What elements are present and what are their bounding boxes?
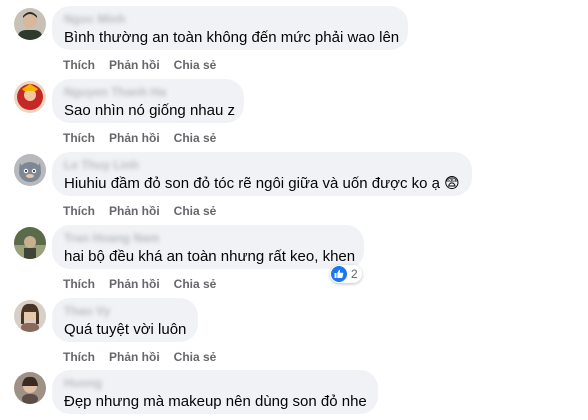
comment-author[interactable]: Le Thuy Linh (64, 158, 460, 172)
avatar[interactable] (14, 300, 46, 332)
comment-text: hai bộ đều khá an toàn nhưng rất keo, kh… (64, 248, 356, 265)
like-button[interactable]: Thích (63, 58, 95, 72)
comment-bubble: Huong Đẹp nhưng mà makeup nên dùng son đ… (52, 370, 378, 414)
share-button[interactable]: Chia sẻ (174, 204, 217, 218)
comment-bubble: Le Thuy Linh Hiuhiu đầm đỏ son đỏ tóc rẽ… (52, 152, 472, 196)
reaction-count: 2 (351, 267, 358, 281)
comment-text: Bình thường an toàn không đến mức phải w… (64, 29, 400, 46)
comment-text: Sao nhìn nó giống nhau z (64, 102, 235, 119)
avatar[interactable] (14, 154, 46, 186)
avatar[interactable] (14, 372, 46, 404)
comment-author[interactable]: Tran Hoang Nam (64, 231, 352, 245)
reply-button[interactable]: Phản hồi (109, 350, 160, 364)
reaction-summary[interactable]: 2 (330, 265, 362, 283)
reply-button[interactable]: Phản hồi (109, 131, 160, 145)
comment-bubble: Nguyen Thanh Ha Sao nhìn nó giống nhau z (52, 79, 244, 123)
comment-text: Đẹp nhưng mà makeup nên dùng son đỏ nhe (64, 393, 367, 410)
comment-author[interactable]: Ngoc Minh (64, 12, 396, 26)
reply-button[interactable]: Phản hồi (109, 204, 160, 218)
like-button[interactable]: Thích (63, 204, 95, 218)
comment-actions: Thích Phản hồi Chia sẻ (63, 58, 230, 72)
comment-actions: Thích Phản hồi Chia sẻ (63, 204, 230, 218)
comment-actions: Thích Phản hồi Chia sẻ (63, 277, 230, 291)
like-button[interactable]: Thích (63, 131, 95, 145)
comment-text: Hiuhiu đầm đỏ son đỏ tóc rẽ ngôi giữa và… (64, 175, 460, 192)
share-button[interactable]: Chia sẻ (174, 58, 217, 72)
comment-author[interactable]: Thao Vy (64, 304, 186, 318)
like-button[interactable]: Thích (63, 350, 95, 364)
avatar[interactable] (14, 81, 46, 113)
comment-text: Quá tuyệt vời luôn (64, 321, 187, 338)
reply-button[interactable]: Phản hồi (109, 277, 160, 291)
comment-actions: Thích Phản hồi Chia sẻ (63, 131, 230, 145)
like-reaction-icon (331, 266, 347, 282)
reply-button[interactable]: Phản hồi (109, 58, 160, 72)
comment-bubble: Ngoc Minh Bình thường an toàn không đến … (52, 6, 408, 50)
comment-actions: Thích Phản hồi Chia sẻ (63, 350, 230, 364)
comment-bubble: Tran Hoang Nam hai bộ đều khá an toàn nh… (52, 225, 364, 269)
share-button[interactable]: Chia sẻ (174, 131, 217, 145)
comment-author[interactable]: Nguyen Thanh Ha (64, 85, 232, 99)
comment-bubble: Thao Vy Quá tuyệt vời luôn (52, 298, 198, 342)
share-button[interactable]: Chia sẻ (174, 350, 217, 364)
like-button[interactable]: Thích (63, 277, 95, 291)
avatar[interactable] (14, 227, 46, 259)
avatar[interactable] (14, 8, 46, 40)
share-button[interactable]: Chia sẻ (174, 277, 217, 291)
comment-author[interactable]: Huong (64, 376, 366, 390)
